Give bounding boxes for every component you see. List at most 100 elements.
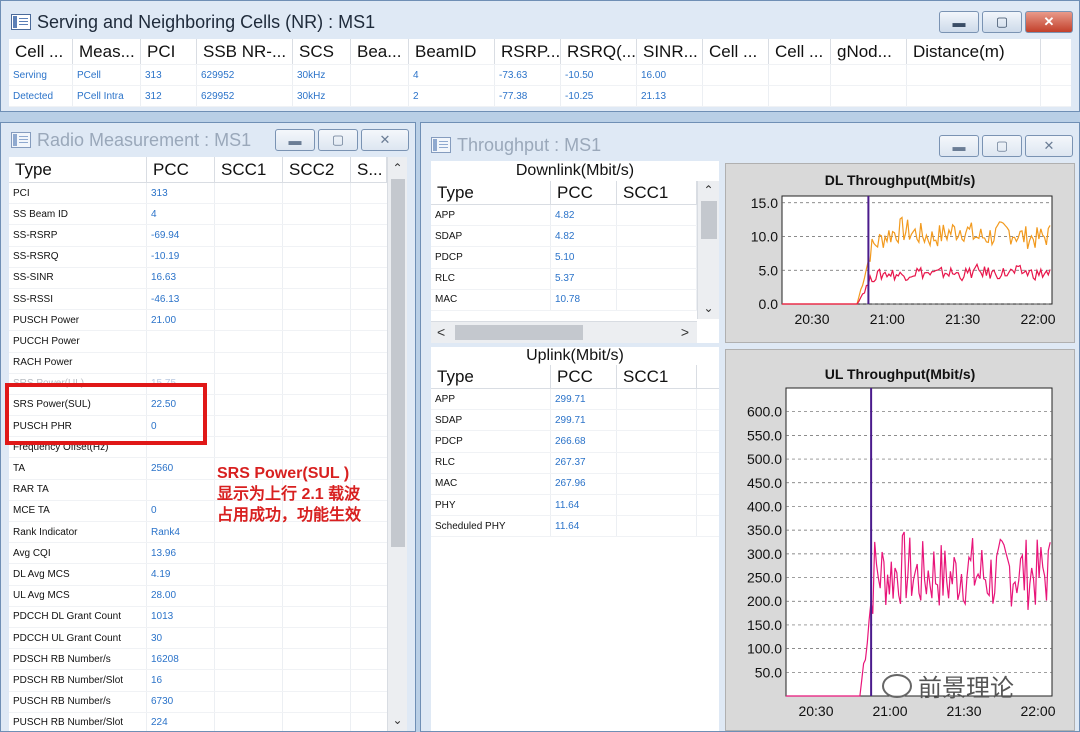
column-header[interactable]: SSB NR-... [197, 39, 293, 64]
table-cell [907, 86, 1041, 106]
watermark: 前景理论 [882, 668, 1014, 703]
column-header[interactable]: Type [431, 365, 551, 388]
scrollbar-thumb[interactable] [391, 179, 405, 547]
wechat-icon [882, 673, 912, 698]
table-row[interactable]: APP 4.82 [431, 205, 719, 227]
empty-cell [215, 267, 283, 288]
table-row[interactable]: PDCCH UL Grant Count 30 [9, 627, 407, 650]
table-row[interactable]: SDAP 299.71 [431, 410, 719, 432]
column-header[interactable]: Type [431, 181, 551, 204]
table-row[interactable]: Serving PCell 313 629952 30kHz 4 -73.63 -10.50 1… [9, 65, 1071, 86]
table-row[interactable]: PDCCH DL Grant Count 1013 [9, 606, 407, 628]
table-row[interactable]: PDCP 266.68 [431, 431, 719, 453]
scroll-down-icon[interactable]: ⌄ [388, 713, 407, 727]
column-header[interactable]: Distance(m) [907, 39, 1041, 64]
column-header[interactable]: SCC1 [617, 365, 697, 388]
column-header[interactable]: SCS [293, 39, 351, 64]
column-header[interactable]: Meas... [73, 39, 141, 64]
table-cell: PCell [73, 65, 141, 85]
scroll-down-icon[interactable]: ⌄ [698, 301, 719, 315]
table-row[interactable]: PUSCH Power 21.00 [9, 310, 407, 332]
column-header[interactable]: SCC1 [617, 181, 697, 204]
downlink-hscroll[interactable]: < > [431, 321, 697, 343]
table-row[interactable]: PCI 313 [9, 183, 407, 205]
table-row[interactable]: UL Avg MCS 28.00 [9, 585, 407, 607]
downlink-vscroll[interactable]: ⌃ ⌄ [697, 181, 719, 319]
row-value: 11.64 [551, 494, 617, 516]
empty-cell [215, 649, 283, 670]
window-icon [11, 132, 31, 148]
table-row[interactable]: PUCCH Power [9, 331, 407, 353]
row-label: Rank Indicator [9, 522, 147, 543]
table-row[interactable]: SS-SINR 16.63 [9, 267, 407, 289]
table-row[interactable]: SS-RSRP -69.94 [9, 225, 407, 247]
column-header[interactable]: SCC1 [215, 157, 283, 182]
table-row[interactable]: APP 299.71 [431, 389, 719, 411]
column-header[interactable]: Cell ... [769, 39, 831, 64]
table-row[interactable]: RACH Power [9, 352, 407, 374]
scroll-right-icon[interactable]: > [681, 324, 689, 340]
table-row[interactable]: PHY 11.64 [431, 494, 719, 517]
empty-cell [283, 712, 351, 731]
minimize-button[interactable]: ▬ [939, 11, 979, 33]
table-row[interactable]: PDCP 5.10 [431, 247, 719, 269]
column-header[interactable]: SCC2 [283, 157, 351, 182]
maximize-button[interactable]: ▢ [318, 129, 358, 151]
table-row[interactable]: PUSCH RB Number/s 6730 [9, 691, 407, 713]
column-header[interactable]: RSRP... [495, 39, 561, 64]
close-button[interactable]: ✕ [361, 129, 409, 151]
close-button[interactable]: ✕ [1025, 135, 1073, 157]
scroll-left-icon[interactable]: < [437, 324, 445, 340]
y-tick-label: 600.0 [747, 404, 782, 420]
y-tick-label: 5.0 [759, 262, 779, 278]
table-cell: 312 [141, 86, 197, 106]
table-row[interactable]: Detected PCell Intra 312 629952 30kHz 2 -77.38… [9, 86, 1071, 107]
table-row[interactable]: PUSCH RB Number/Slot 224 [9, 712, 407, 731]
column-header[interactable]: PCC [551, 365, 617, 388]
column-header[interactable]: Bea... [351, 39, 409, 64]
table-row[interactable]: Scheduled PHY 11.64 [431, 516, 719, 538]
table-row[interactable]: SS-RSRQ -10.19 [9, 246, 407, 268]
table-row[interactable]: MAC 10.78 [431, 289, 719, 311]
column-header[interactable]: S... [351, 157, 387, 182]
table-row[interactable]: RLC 5.37 [431, 268, 719, 290]
table-cell [769, 86, 831, 106]
maximize-button[interactable]: ▢ [982, 11, 1022, 33]
scrollbar-thumb[interactable] [455, 325, 583, 340]
table-row[interactable]: SDAP 4.82 [431, 226, 719, 248]
empty-cell [283, 183, 351, 204]
radio-table-scrollbar[interactable]: ⌃ ⌄ [387, 157, 407, 731]
column-header[interactable]: BeamID [409, 39, 495, 64]
x-tick-label: 21:30 [945, 311, 980, 327]
column-header[interactable]: Cell ... [9, 39, 73, 64]
empty-cell [617, 410, 697, 431]
table-row[interactable]: PDSCH RB Number/s 16208 [9, 649, 407, 671]
maximize-button[interactable]: ▢ [982, 135, 1022, 157]
close-button[interactable]: ✕ [1025, 11, 1073, 33]
empty-cell [617, 247, 697, 268]
row-label: PCI [9, 183, 147, 204]
column-header[interactable]: gNod... [831, 39, 907, 64]
column-header[interactable]: PCI [141, 39, 197, 64]
row-value: 4.19 [147, 564, 215, 585]
minimize-button[interactable]: ▬ [939, 135, 979, 157]
table-row[interactable]: PDSCH RB Number/Slot 16 [9, 670, 407, 692]
table-row[interactable]: SS-RSSI -46.13 [9, 288, 407, 311]
column-header[interactable]: SINR... [637, 39, 703, 64]
column-header[interactable]: PCC [147, 157, 215, 182]
table-row[interactable]: DL Avg MCS 4.19 [9, 564, 407, 586]
scroll-up-icon[interactable]: ⌃ [388, 161, 407, 175]
table-cell: 2 [409, 86, 495, 106]
minimize-button[interactable]: ▬ [275, 129, 315, 151]
uplink-header: Uplink(Mbit/s) [526, 347, 624, 364]
scrollbar-thumb[interactable] [701, 201, 717, 239]
table-row[interactable]: MAC 267.96 [431, 473, 719, 495]
table-row[interactable]: Avg CQI 13.96 [9, 543, 407, 565]
column-header[interactable]: RSRQ(... [561, 39, 637, 64]
column-header[interactable]: Type [9, 157, 147, 182]
column-header[interactable]: PCC [551, 181, 617, 204]
table-row[interactable]: SS Beam ID 4 [9, 204, 407, 226]
table-row[interactable]: RLC 267.37 [431, 452, 719, 474]
scroll-up-icon[interactable]: ⌃ [698, 183, 719, 197]
column-header[interactable]: Cell ... [703, 39, 769, 64]
